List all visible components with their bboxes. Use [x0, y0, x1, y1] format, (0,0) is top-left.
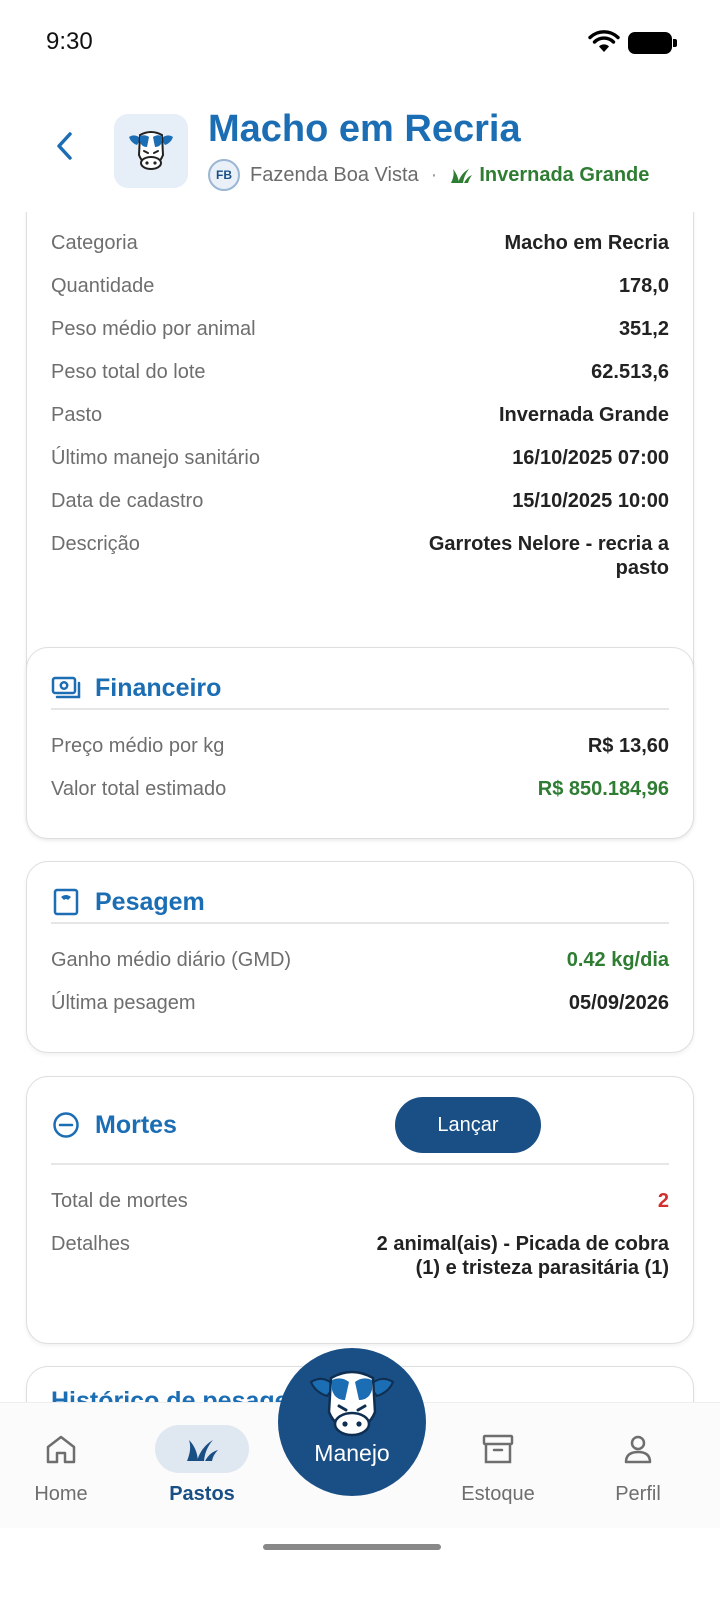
detail-value: Invernada Grande [498, 404, 669, 426]
detail-value: 05/09/2026 [568, 992, 669, 1014]
tab-home[interactable]: Home [1, 1403, 121, 1529]
detail-row: Última pesagem 05/09/2026 [51, 991, 669, 1015]
bottom-safe-area [0, 1528, 720, 1606]
tab-pastos[interactable]: Pastos [142, 1403, 262, 1529]
tab-label: Estoque [461, 1483, 535, 1505]
cow-icon [129, 131, 173, 170]
farm-name: Fazenda Boa Vista [250, 163, 419, 186]
detail-row: Descrição Garrotes Nelore - recria a pas… [51, 532, 669, 580]
tab-perfil[interactable]: Perfil [578, 1403, 698, 1529]
tab-label: Home [34, 1483, 88, 1505]
tab-estoque[interactable]: Estoque [438, 1403, 558, 1529]
tab-label: Pastos [169, 1483, 235, 1505]
content-scroll[interactable]: Categoria Macho em Recria Quantidade 178… [0, 212, 720, 1440]
detail-value: 178,0 [618, 275, 669, 297]
card-title: Mortes [95, 1110, 177, 1139]
detail-row: Peso médio por animal 351,2 [51, 317, 669, 341]
detail-row: Categoria Macho em Recria [51, 231, 669, 255]
archive-icon [451, 1425, 545, 1473]
minus-circle-icon [51, 1110, 81, 1140]
status-bar: 9:30 [0, 0, 720, 90]
detail-label: Peso total do lote [51, 361, 206, 383]
detail-row: Detalhes 2 animal(ais) - Picada de cobra… [51, 1232, 669, 1280]
fab-label: Manejo [314, 1440, 390, 1466]
detail-row: Data de cadastro 15/10/2025 10:00 [51, 489, 669, 513]
detail-label: Quantidade [51, 275, 155, 297]
detail-label: Última pesagem [51, 992, 196, 1014]
card-title: Financeiro [95, 673, 222, 702]
divider [51, 1163, 669, 1165]
detail-label: Pasto [51, 404, 103, 426]
financeiro-card: Financeiro Preço médio por kg R$ 13,60 V… [26, 647, 694, 839]
detail-label: Ganho médio diário (GMD) [51, 949, 292, 971]
detail-value: Garrotes Nelore - recria a pasto [428, 533, 669, 579]
card-header: Mortes [51, 1103, 669, 1147]
manejo-button[interactable]: Manejo [278, 1348, 426, 1496]
divider [51, 922, 669, 924]
cow-icon [309, 1370, 395, 1437]
detail-value: 15/10/2025 10:00 [512, 490, 669, 512]
page-header: Macho em Recria FB Fazenda Boa Vista · I… [0, 90, 720, 212]
detail-value: 0.42 kg/dia [566, 949, 669, 971]
detail-value: 62.513,6 [591, 361, 669, 383]
detail-value: 16/10/2025 07:00 [512, 447, 669, 469]
money-icon [51, 673, 81, 703]
detail-row: Último manejo sanitário 16/10/2025 07:00 [51, 446, 669, 470]
back-button[interactable] [44, 126, 84, 166]
cattle-avatar [114, 114, 188, 188]
detail-row: Pasto Invernada Grande [51, 403, 669, 427]
detail-row: Peso total do lote 62.513,6 [51, 360, 669, 384]
mortes-card: Mortes Lançar Total de mortes 2 Detalhes… [26, 1076, 694, 1344]
detail-label: Preço médio por kg [51, 735, 225, 757]
home-icon [14, 1425, 108, 1473]
battery-icon [628, 32, 677, 54]
detail-label: Data de cadastro [51, 490, 204, 512]
detail-value: R$ 13,60 [587, 735, 669, 757]
detail-row: Valor total estimado R$ 850.184,96 [51, 777, 669, 801]
page-title: Macho em Recria [208, 108, 521, 150]
pesagem-card: Pesagem Ganho médio diário (GMD) 0.42 kg… [26, 861, 694, 1053]
chevron-left-icon [57, 132, 72, 160]
card-header: Financeiro [51, 666, 669, 710]
detail-value: 2 [657, 1190, 669, 1212]
card-header: Pesagem [51, 880, 669, 924]
status-time: 9:30 [46, 28, 93, 55]
detail-value: 2 animal(ais) - Picada de cobra (1) e tr… [376, 1233, 669, 1279]
person-icon [591, 1425, 685, 1473]
detail-label: Detalhes [51, 1233, 130, 1255]
wifi-icon [588, 30, 620, 52]
tab-label: Perfil [615, 1483, 661, 1505]
detail-row: Preço médio por kg R$ 13,60 [51, 734, 669, 758]
breadcrumb-separator: · [430, 163, 438, 186]
detail-label: Peso médio por animal [51, 318, 256, 340]
detail-row: Quantidade 178,0 [51, 274, 669, 298]
pasture-name: Invernada Grande [479, 163, 650, 186]
grass-icon [451, 169, 473, 183]
lancar-button[interactable]: Lançar [395, 1097, 541, 1153]
farm-badge: FB [208, 159, 240, 191]
detail-label: Valor total estimado [51, 778, 227, 800]
detail-value: R$ 850.184,96 [537, 778, 669, 800]
breadcrumb: FB Fazenda Boa Vista · Invernada Grande [208, 158, 649, 192]
divider [51, 708, 669, 710]
detail-label: Total de mortes [51, 1190, 188, 1212]
grass-icon [155, 1425, 249, 1473]
detail-value: Macho em Recria [504, 232, 669, 254]
detail-row: Total de mortes 2 [51, 1189, 669, 1213]
home-indicator [263, 1544, 441, 1550]
card-title: Pesagem [95, 887, 205, 916]
detail-row: Ganho médio diário (GMD) 0.42 kg/dia [51, 948, 669, 972]
detail-label: Descrição [51, 533, 140, 555]
detail-label: Categoria [51, 232, 138, 254]
detail-label: Último manejo sanitário [51, 447, 260, 469]
scale-icon [51, 887, 81, 917]
detail-value: 351,2 [618, 318, 669, 340]
